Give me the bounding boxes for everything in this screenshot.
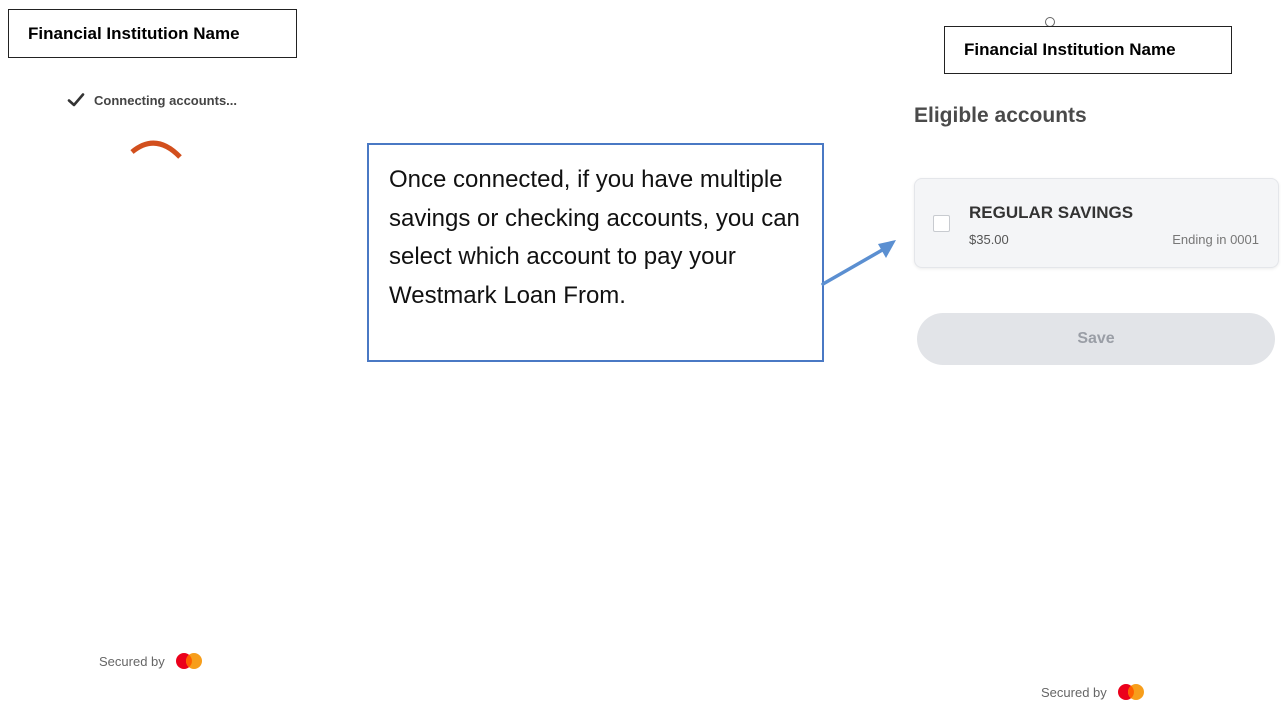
arrow-icon [821,240,896,286]
account-balance: $35.00 [969,232,1009,247]
save-button[interactable]: Save [917,313,1275,365]
account-card[interactable]: REGULAR SAVINGS $35.00 Ending in 0001 [914,178,1279,268]
spinner-icon [130,140,182,159]
institution-name-box-left: Financial Institution Name [8,9,297,58]
secured-by-right: Secured by [1041,682,1146,702]
connecting-status: Connecting accounts... [66,90,237,110]
check-icon [67,93,85,107]
institution-name-right: Financial Institution Name [964,40,1176,59]
institution-name-box-right: Financial Institution Name [944,26,1232,74]
eligible-accounts-heading: Eligible accounts [914,104,1087,127]
institution-name-left: Financial Institution Name [28,23,240,43]
mastercard-logo-icon [175,653,202,669]
secured-by-left: Secured by [99,651,204,671]
secured-by-text-left: Secured by [99,653,165,669]
mastercard-logo-icon [1117,684,1144,700]
account-name: REGULAR SAVINGS [969,203,1134,222]
account-checkbox[interactable] [933,215,950,232]
instruction-callout: Once connected, if you have multiple sav… [367,143,824,362]
secured-by-text-right: Secured by [1041,684,1107,700]
save-button-label: Save [1077,330,1115,347]
connecting-text: Connecting accounts... [94,92,238,108]
callout-text: Once connected, if you have multiple sav… [389,166,800,309]
account-ending: Ending in 0001 [1172,232,1259,247]
